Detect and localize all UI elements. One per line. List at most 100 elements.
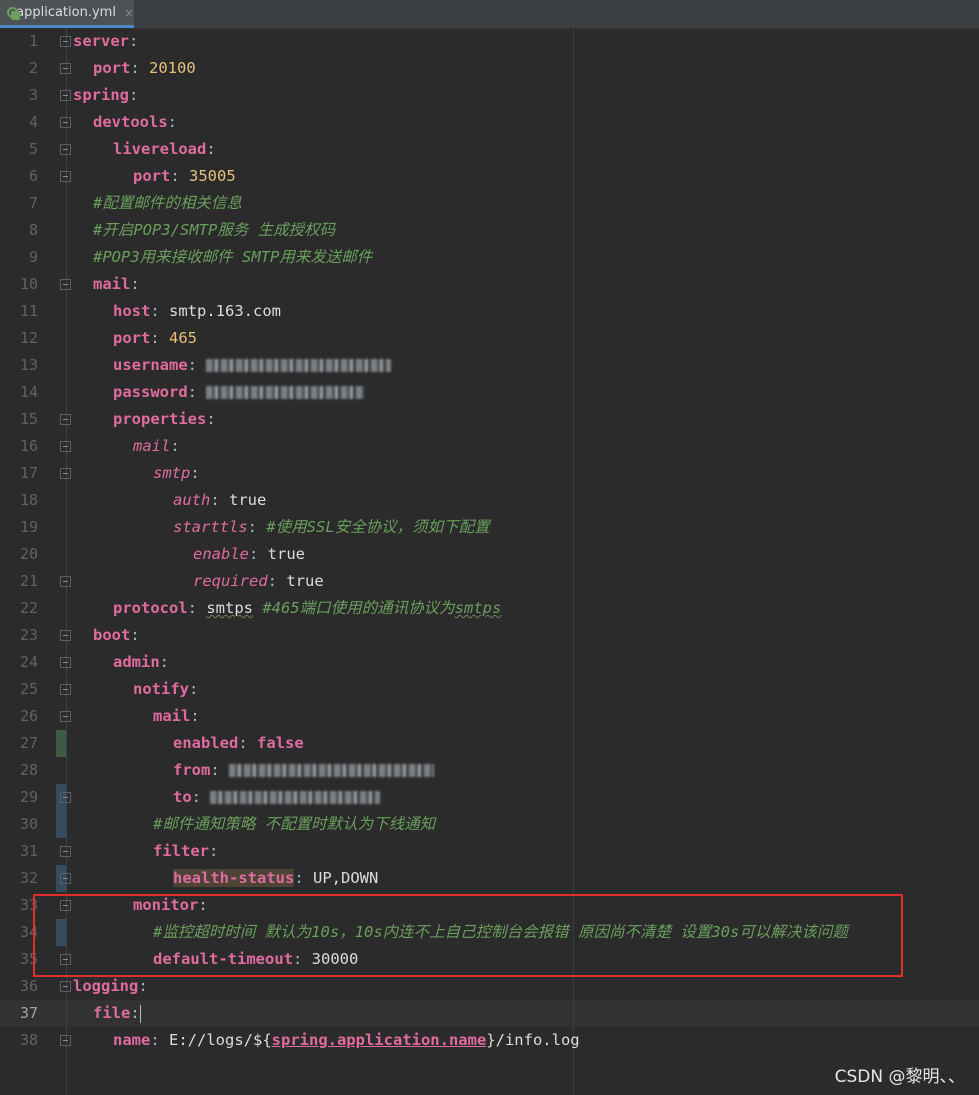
code-line-10[interactable]: mail:: [93, 271, 140, 298]
close-tab-icon[interactable]: ×: [124, 6, 134, 20]
fold-icon[interactable]: [60, 1035, 71, 1046]
code-line-13[interactable]: username:: [113, 352, 392, 379]
fold-icon[interactable]: [60, 657, 71, 668]
yaml-key: livereload: [113, 140, 207, 158]
line-number: 3: [28, 86, 38, 104]
fold-icon[interactable]: [60, 117, 71, 128]
property-reference[interactable]: spring.application.name: [272, 1031, 487, 1049]
yaml-key: mail: [133, 437, 171, 455]
yaml-sep: :: [150, 1031, 169, 1049]
code-line-32[interactable]: health-status: UP,DOWN: [173, 865, 378, 892]
fold-icon[interactable]: [60, 414, 71, 425]
yaml-key: username: [113, 356, 188, 374]
yaml-sep: :: [190, 707, 200, 725]
yaml-sep: :: [210, 761, 229, 779]
code-line-9[interactable]: #POP3用来接收邮件 SMTP用来发送邮件: [93, 244, 372, 271]
line-number: 28: [19, 761, 38, 779]
line-number: 26: [19, 707, 38, 725]
line-number: 18: [19, 491, 38, 509]
yaml-value: smtp.163.com: [169, 302, 281, 320]
code-line-21[interactable]: required: true: [193, 568, 324, 595]
yml-file-icon: [6, 6, 21, 20]
code-line-20[interactable]: enable: true: [193, 541, 305, 568]
line-number: 1: [28, 32, 38, 50]
code-line-16[interactable]: mail:: [133, 433, 180, 460]
yaml-key: enabled: [173, 734, 239, 752]
yaml-value: smtps: [206, 599, 253, 617]
yaml-key: to: [173, 788, 192, 806]
fold-icon[interactable]: [60, 90, 71, 101]
yaml-key: enable: [193, 545, 249, 563]
line-number: 31: [19, 842, 38, 860]
fold-icon[interactable]: [60, 171, 71, 182]
code-line-3[interactable]: spring:: [73, 82, 138, 109]
fold-icon[interactable]: [60, 279, 71, 290]
code-line-15[interactable]: properties:: [113, 406, 216, 433]
code-line-19[interactable]: starttls: #使用SSL安全协议，须如下配置: [173, 514, 490, 541]
code-line-31[interactable]: filter:: [153, 838, 218, 865]
fold-icon[interactable]: [60, 576, 71, 587]
line-number: 21: [19, 572, 38, 590]
fold-icon[interactable]: [60, 846, 71, 857]
code-line-30[interactable]: #邮件通知策略 不配置时默认为下线通知: [153, 811, 435, 838]
line-number: 22: [19, 599, 38, 617]
yaml-sep: :: [138, 977, 148, 995]
code-line-23[interactable]: boot:: [93, 622, 140, 649]
code-line-2[interactable]: port: 20100: [93, 55, 196, 82]
code-line-6[interactable]: port: 35005: [133, 163, 236, 190]
line-number: 36: [19, 977, 38, 995]
yaml-key: properties: [113, 410, 207, 428]
code-line-8[interactable]: #开启POP3/SMTP服务 生成授权码: [93, 217, 335, 244]
yaml-sep: :: [130, 1004, 140, 1022]
yaml-comment: #配置邮件的相关信息: [93, 194, 242, 212]
line-number: 8: [28, 221, 38, 239]
code-line-26[interactable]: mail:: [153, 703, 200, 730]
yaml-sep: :: [210, 491, 229, 509]
yaml-key: port: [113, 329, 151, 347]
fold-icon[interactable]: [60, 711, 71, 722]
fold-icon[interactable]: [60, 63, 71, 74]
yaml-key-highlighted: health-status: [173, 869, 295, 887]
code-line-18[interactable]: auth: true: [173, 487, 266, 514]
fold-icon[interactable]: [60, 630, 71, 641]
fold-icon[interactable]: [60, 873, 71, 884]
code-line-5[interactable]: livereload:: [113, 136, 216, 163]
redacted-password: [206, 386, 365, 399]
yaml-value: 20100: [149, 59, 196, 77]
code-line-22[interactable]: protocol: smtps #465端口使用的通讯协议为smtps: [113, 595, 501, 622]
code-line-28[interactable]: from:: [173, 757, 434, 784]
yaml-key: password: [113, 383, 188, 401]
code-line-11[interactable]: host: smtp.163.com: [113, 298, 281, 325]
code-line-4[interactable]: devtools:: [93, 109, 177, 136]
yaml-sep: :: [150, 329, 169, 347]
code-line-24[interactable]: admin:: [113, 649, 169, 676]
tab-application-yml[interactable]: application.yml ×: [0, 0, 134, 28]
code-line-27[interactable]: enabled: false: [173, 730, 304, 757]
code-line-17[interactable]: smtp:: [153, 460, 200, 487]
fold-icon[interactable]: [60, 981, 71, 992]
fold-icon[interactable]: [60, 792, 71, 803]
yaml-key: logging: [73, 977, 139, 995]
code-line-12[interactable]: port: 465: [113, 325, 197, 352]
code-editor[interactable]: 1 2 3 4 5 6 7 8 9 10 11 12 13 14 15 16 17 18 19 20 21 22 23 24 2…: [0, 28, 979, 1095]
code-line-36[interactable]: logging:: [73, 973, 148, 1000]
line-number: 16: [19, 437, 38, 455]
fold-icon[interactable]: [60, 441, 71, 452]
yaml-sep: :: [130, 626, 140, 644]
code-line-1[interactable]: server:: [73, 28, 138, 55]
fold-icon[interactable]: [60, 36, 71, 47]
fold-icon[interactable]: [60, 468, 71, 479]
fold-icon[interactable]: [60, 684, 71, 695]
yaml-key: starttls: [173, 518, 248, 536]
yaml-key: smtp: [153, 464, 191, 482]
tab-label: application.yml: [16, 5, 116, 20]
code-line-38[interactable]: name: E://logs/${spring.application.name…: [113, 1027, 580, 1054]
code-line-7[interactable]: #配置邮件的相关信息: [93, 190, 242, 217]
code-line-37[interactable]: file:: [93, 1000, 142, 1027]
yaml-comment: #465端口使用的通讯协议为: [253, 599, 455, 617]
code-line-29[interactable]: to:: [173, 784, 381, 811]
fold-icon[interactable]: [60, 144, 71, 155]
code-line-14[interactable]: password:: [113, 379, 365, 406]
code-line-25[interactable]: notify:: [133, 676, 198, 703]
yaml-key: spring: [73, 86, 129, 104]
